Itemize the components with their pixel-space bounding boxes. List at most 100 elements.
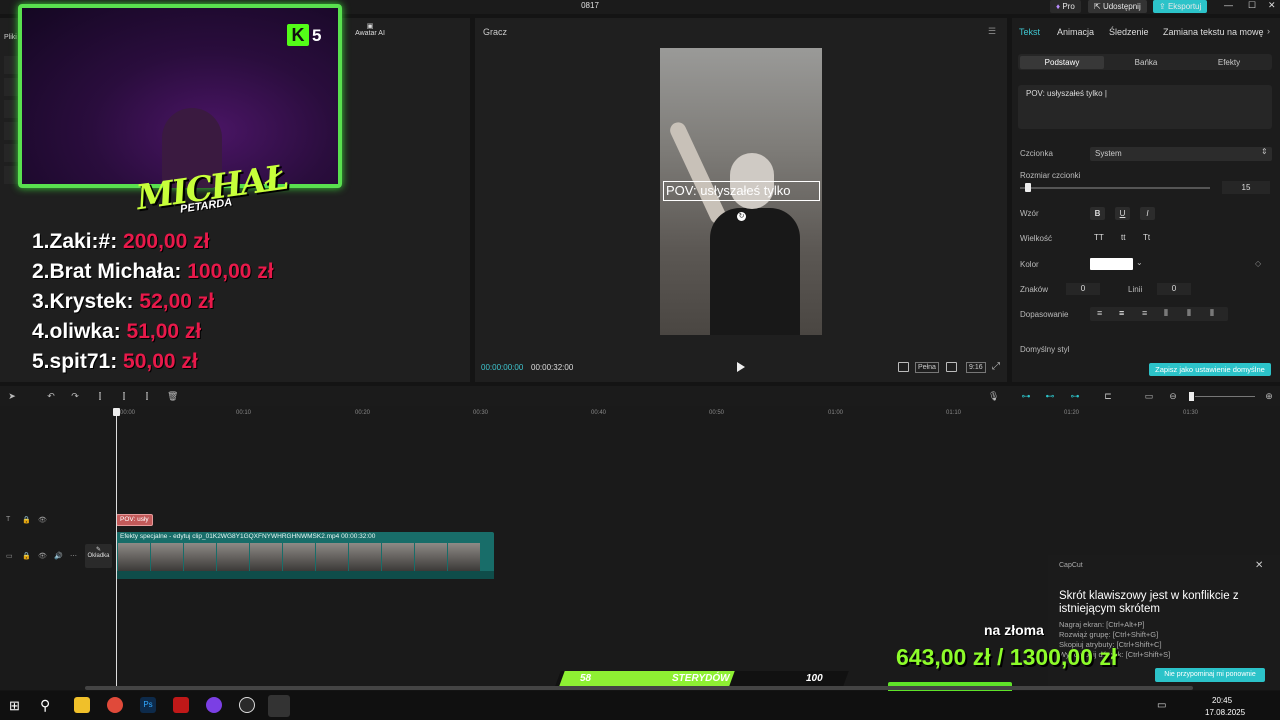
full-quality-button[interactable]: Pełna <box>915 362 939 373</box>
characters-field[interactable]: 0 <box>1066 283 1100 295</box>
minimize-icon[interactable]: — <box>1224 0 1233 10</box>
align-center-icon[interactable]: ≡ <box>1119 308 1124 318</box>
color-swatch[interactable] <box>1090 258 1133 270</box>
app-icon[interactable] <box>173 697 189 713</box>
capcut-icon[interactable] <box>268 695 290 717</box>
case-lower-button[interactable]: tt <box>1121 233 1125 242</box>
close-icon[interactable]: ✕ <box>1268 0 1276 11</box>
photoshop-icon[interactable]: Ps <box>140 697 156 713</box>
align-justify-icon[interactable]: ⦀ <box>1164 308 1168 319</box>
side-tab-2[interactable] <box>4 78 18 96</box>
split-right-icon[interactable]: ⫿ <box>142 391 152 401</box>
steroid-label: STERYDÓW <box>672 673 730 684</box>
keyframe-icon[interactable]: ◇ <box>1255 259 1261 268</box>
share-button[interactable]: ⇱ Udostępnij <box>1088 0 1147 13</box>
close-icon[interactable]: ✕ <box>1255 560 1263 571</box>
preview-axis-icon[interactable]: ⊏ <box>1101 391 1115 401</box>
snap-icon[interactable]: ⊶ <box>1068 391 1082 401</box>
split-left-icon[interactable]: ⫿ <box>119 391 129 401</box>
chevron-down-icon[interactable]: ⌄ <box>1136 258 1143 267</box>
file-explorer-icon[interactable] <box>74 697 90 713</box>
tab-tracking[interactable]: Śledzenie <box>1109 27 1149 37</box>
split-icon[interactable]: ⫿ <box>95 391 105 401</box>
obs-icon[interactable] <box>239 697 255 713</box>
side-tab-3[interactable] <box>4 100 18 118</box>
microphone-icon[interactable]: 🎙 <box>988 391 999 401</box>
underline-icon[interactable]: U <box>1115 207 1130 220</box>
zoom-out-icon[interactable]: ⊖ <box>1168 391 1178 401</box>
subtab-effects[interactable]: Efekty <box>1188 56 1270 69</box>
lines-field[interactable]: 0 <box>1157 283 1191 295</box>
menu-icon[interactable]: ☰ <box>988 26 996 37</box>
screenshot-icon[interactable] <box>946 362 957 372</box>
ruler-tick: 01:10 <box>946 410 962 416</box>
notification-app-name: CapCut <box>1059 562 1083 569</box>
italic-icon[interactable]: I <box>1140 207 1155 220</box>
monitor-icon[interactable]: ▭ <box>1157 700 1166 711</box>
pro-button[interactable]: ♦ Pro <box>1050 0 1081 13</box>
maximize-icon[interactable]: ☐ <box>1248 0 1256 11</box>
playhead[interactable] <box>116 408 117 686</box>
zoom-slider-handle[interactable] <box>1189 392 1194 401</box>
magnet-icon[interactable]: ⊶ <box>1019 391 1033 401</box>
side-tab-5[interactable] <box>4 144 18 162</box>
aspect-ratio-button[interactable]: 9:16 <box>966 362 986 373</box>
clock-time[interactable]: 20:45 <box>1212 696 1232 705</box>
align-left-icon[interactable]: ≡ <box>1097 308 1102 318</box>
files-label[interactable]: Pliki <box>4 34 17 41</box>
pro-label: Pro <box>1062 2 1075 11</box>
redo-icon[interactable]: ↷ <box>70 391 80 401</box>
case-title-button[interactable]: Tt <box>1143 233 1150 242</box>
chevron-right-icon[interactable]: › <box>1267 26 1270 36</box>
windows-start-icon[interactable]: ⊞ <box>9 698 20 714</box>
search-icon[interactable]: ⚲ <box>40 697 50 714</box>
cover-button[interactable]: ✎ Okładka <box>85 544 112 568</box>
rotate-handle-icon[interactable]: ↻ <box>737 212 746 221</box>
font-size-slider[interactable] <box>1020 187 1210 189</box>
save-default-button[interactable]: Zapisz jako ustawienie domyślne <box>1149 363 1271 376</box>
eye-icon[interactable]: 👁 <box>38 552 47 560</box>
time-ruler[interactable] <box>116 406 1280 420</box>
delete-icon[interactable]: 🗑 <box>167 391 178 401</box>
playhead-handle[interactable] <box>113 408 120 416</box>
side-tab-4[interactable] <box>4 122 18 140</box>
play-button[interactable] <box>736 361 746 373</box>
font-size-value[interactable]: 15 <box>1222 181 1270 194</box>
tab-text-to-speech[interactable]: Zamiana tekstu na mowę <box>1163 27 1264 37</box>
subtitle-icon[interactable]: ▭ <box>1143 391 1155 401</box>
case-upper-button[interactable]: TT <box>1094 233 1104 242</box>
font-size-slider-handle[interactable] <box>1025 183 1031 192</box>
subtab-basics[interactable]: Podstawy <box>1020 56 1104 69</box>
text-clip[interactable]: POV: usły <box>116 514 153 526</box>
zoom-slider[interactable] <box>1195 396 1255 397</box>
tab-text[interactable]: Tekst <box>1019 27 1040 37</box>
bold-icon[interactable]: B <box>1090 207 1105 220</box>
lock-icon[interactable]: 🔒 <box>22 552 31 560</box>
side-tab-6[interactable] <box>4 166 18 184</box>
align-right-icon[interactable]: ≡ <box>1142 308 1147 318</box>
align-vertical-alt-icon[interactable]: ⦀ <box>1210 308 1214 319</box>
crop-icon[interactable] <box>898 362 909 372</box>
align-vertical-icon[interactable]: ⦀ <box>1187 308 1191 319</box>
subtab-bubble[interactable]: Bańka <box>1104 56 1188 69</box>
share-icon: ⇱ <box>1094 2 1101 11</box>
link-icon[interactable]: ⊷ <box>1043 391 1057 401</box>
browser-icon[interactable] <box>206 697 222 713</box>
speaker-icon[interactable]: 🔊 <box>54 552 63 560</box>
select-tool-icon[interactable]: ➤ <box>7 391 17 401</box>
chrome-icon[interactable] <box>107 697 123 713</box>
eye-icon[interactable]: 👁 <box>38 516 47 524</box>
zoom-in-icon[interactable]: ⊕ <box>1264 391 1274 401</box>
side-tab-1[interactable] <box>4 56 18 74</box>
clock-date[interactable]: 17.08.2025 <box>1205 708 1245 717</box>
caption-text[interactable]: POV: usłyszałeś tylko <box>666 183 791 198</box>
more-icon[interactable]: ⋯ <box>70 552 77 560</box>
tab-animation[interactable]: Animacja <box>1057 27 1094 37</box>
avatar-ai-tab[interactable]: ▣ Awatar AI <box>350 22 390 37</box>
dont-remind-button[interactable]: Nie przypominaj mi ponownie <box>1155 668 1265 682</box>
timeline-scrollbar[interactable] <box>85 686 1193 690</box>
fullscreen-icon[interactable]: ⤢ <box>992 361 1000 372</box>
lock-icon[interactable]: 🔒 <box>22 516 31 524</box>
export-button[interactable]: ⇪ Eksportuj <box>1153 0 1208 13</box>
undo-icon[interactable]: ↶ <box>46 391 56 401</box>
